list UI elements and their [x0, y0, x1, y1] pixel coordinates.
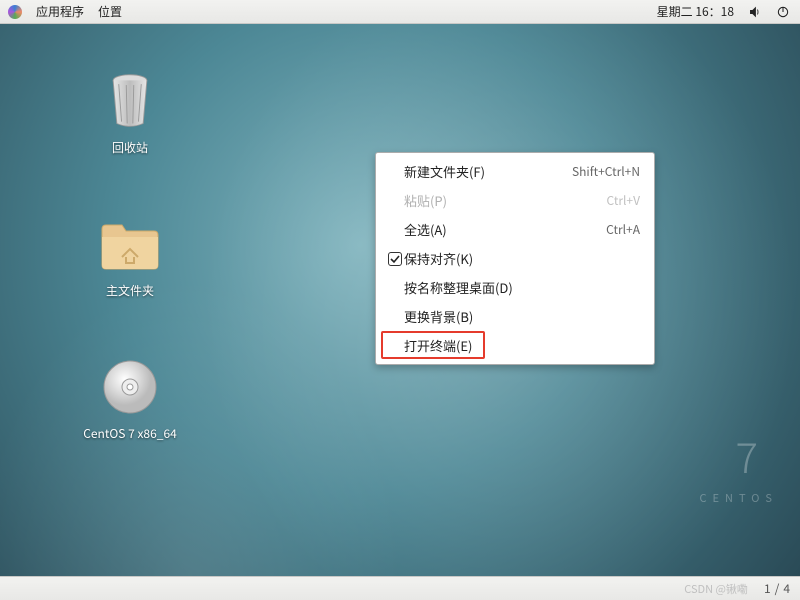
- workspace-current: 1: [764, 580, 771, 597]
- menu-shortcut: Shift+Ctrl+N: [572, 163, 640, 180]
- menu-shortcut: Ctrl+A: [606, 221, 640, 238]
- menu-item-label: 更换背景(B): [404, 307, 473, 326]
- top-panel-right: 星期二 16：18: [657, 3, 800, 20]
- menu-item-label: 打开终端(E): [404, 336, 472, 355]
- menu-item-label: 粘贴(P): [404, 191, 447, 210]
- menu-shortcut: Ctrl+V: [607, 192, 640, 209]
- menu-organize-by-name[interactable]: 按名称整理桌面(D): [376, 273, 654, 302]
- volume-icon[interactable]: [748, 5, 762, 19]
- trash-icon-item[interactable]: 回收站: [70, 69, 190, 156]
- menu-item-label: 全选(A): [404, 220, 447, 239]
- watermark-text: CSDN @锹嘞: [684, 581, 748, 597]
- top-panel: 应用程序 位置 星期二 16：18: [0, 0, 800, 24]
- folder-icon: [98, 212, 162, 276]
- trash-icon: [98, 69, 162, 133]
- desktop-context-menu: 新建文件夹(F) Shift+Ctrl+N 粘贴(P) Ctrl+V 全选(A)…: [375, 152, 655, 365]
- wallpaper-centos: CENTOS: [700, 490, 778, 506]
- power-icon[interactable]: [776, 5, 790, 19]
- activities-icon[interactable]: [8, 5, 22, 19]
- top-panel-left: 应用程序 位置: [0, 3, 122, 20]
- desktop-icon-column: 回收站 主文件夹 CentOS 7: [70, 69, 190, 442]
- wallpaper-seven: 7: [736, 425, 760, 486]
- clock[interactable]: 星期二 16：18: [657, 3, 734, 20]
- applications-menu[interactable]: 应用程序: [36, 3, 84, 20]
- menu-new-folder[interactable]: 新建文件夹(F) Shift+Ctrl+N: [376, 157, 654, 186]
- trash-label: 回收站: [112, 139, 148, 156]
- menu-select-all[interactable]: 全选(A) Ctrl+A: [376, 215, 654, 244]
- menu-open-terminal[interactable]: 打开终端(E): [376, 331, 654, 360]
- menu-paste: 粘贴(P) Ctrl+V: [376, 186, 654, 215]
- places-menu[interactable]: 位置: [98, 3, 122, 20]
- menu-item-label: 按名称整理桌面(D): [404, 278, 513, 297]
- disc-label: CentOS 7 x86_64: [83, 425, 177, 442]
- desktop[interactable]: 7 CENTOS 回收站: [0, 24, 800, 576]
- menu-change-background[interactable]: 更换背景(B): [376, 302, 654, 331]
- menu-item-label: 保持对齐(K): [404, 249, 473, 268]
- disc-icon-item[interactable]: CentOS 7 x86_64: [70, 355, 190, 442]
- menu-keep-aligned[interactable]: 保持对齐(K): [376, 244, 654, 273]
- workspace-switcher[interactable]: 1 / 4: [764, 580, 790, 597]
- menu-item-label: 新建文件夹(F): [404, 162, 485, 181]
- disc-icon: [98, 355, 162, 419]
- workspace-total: 4: [783, 580, 790, 597]
- workspace-sep: /: [775, 580, 780, 597]
- home-label: 主文件夹: [106, 282, 154, 299]
- home-folder-item[interactable]: 主文件夹: [70, 212, 190, 299]
- bottom-panel: CSDN @锹嘞 1 / 4: [0, 576, 800, 600]
- checked-icon: [388, 252, 402, 266]
